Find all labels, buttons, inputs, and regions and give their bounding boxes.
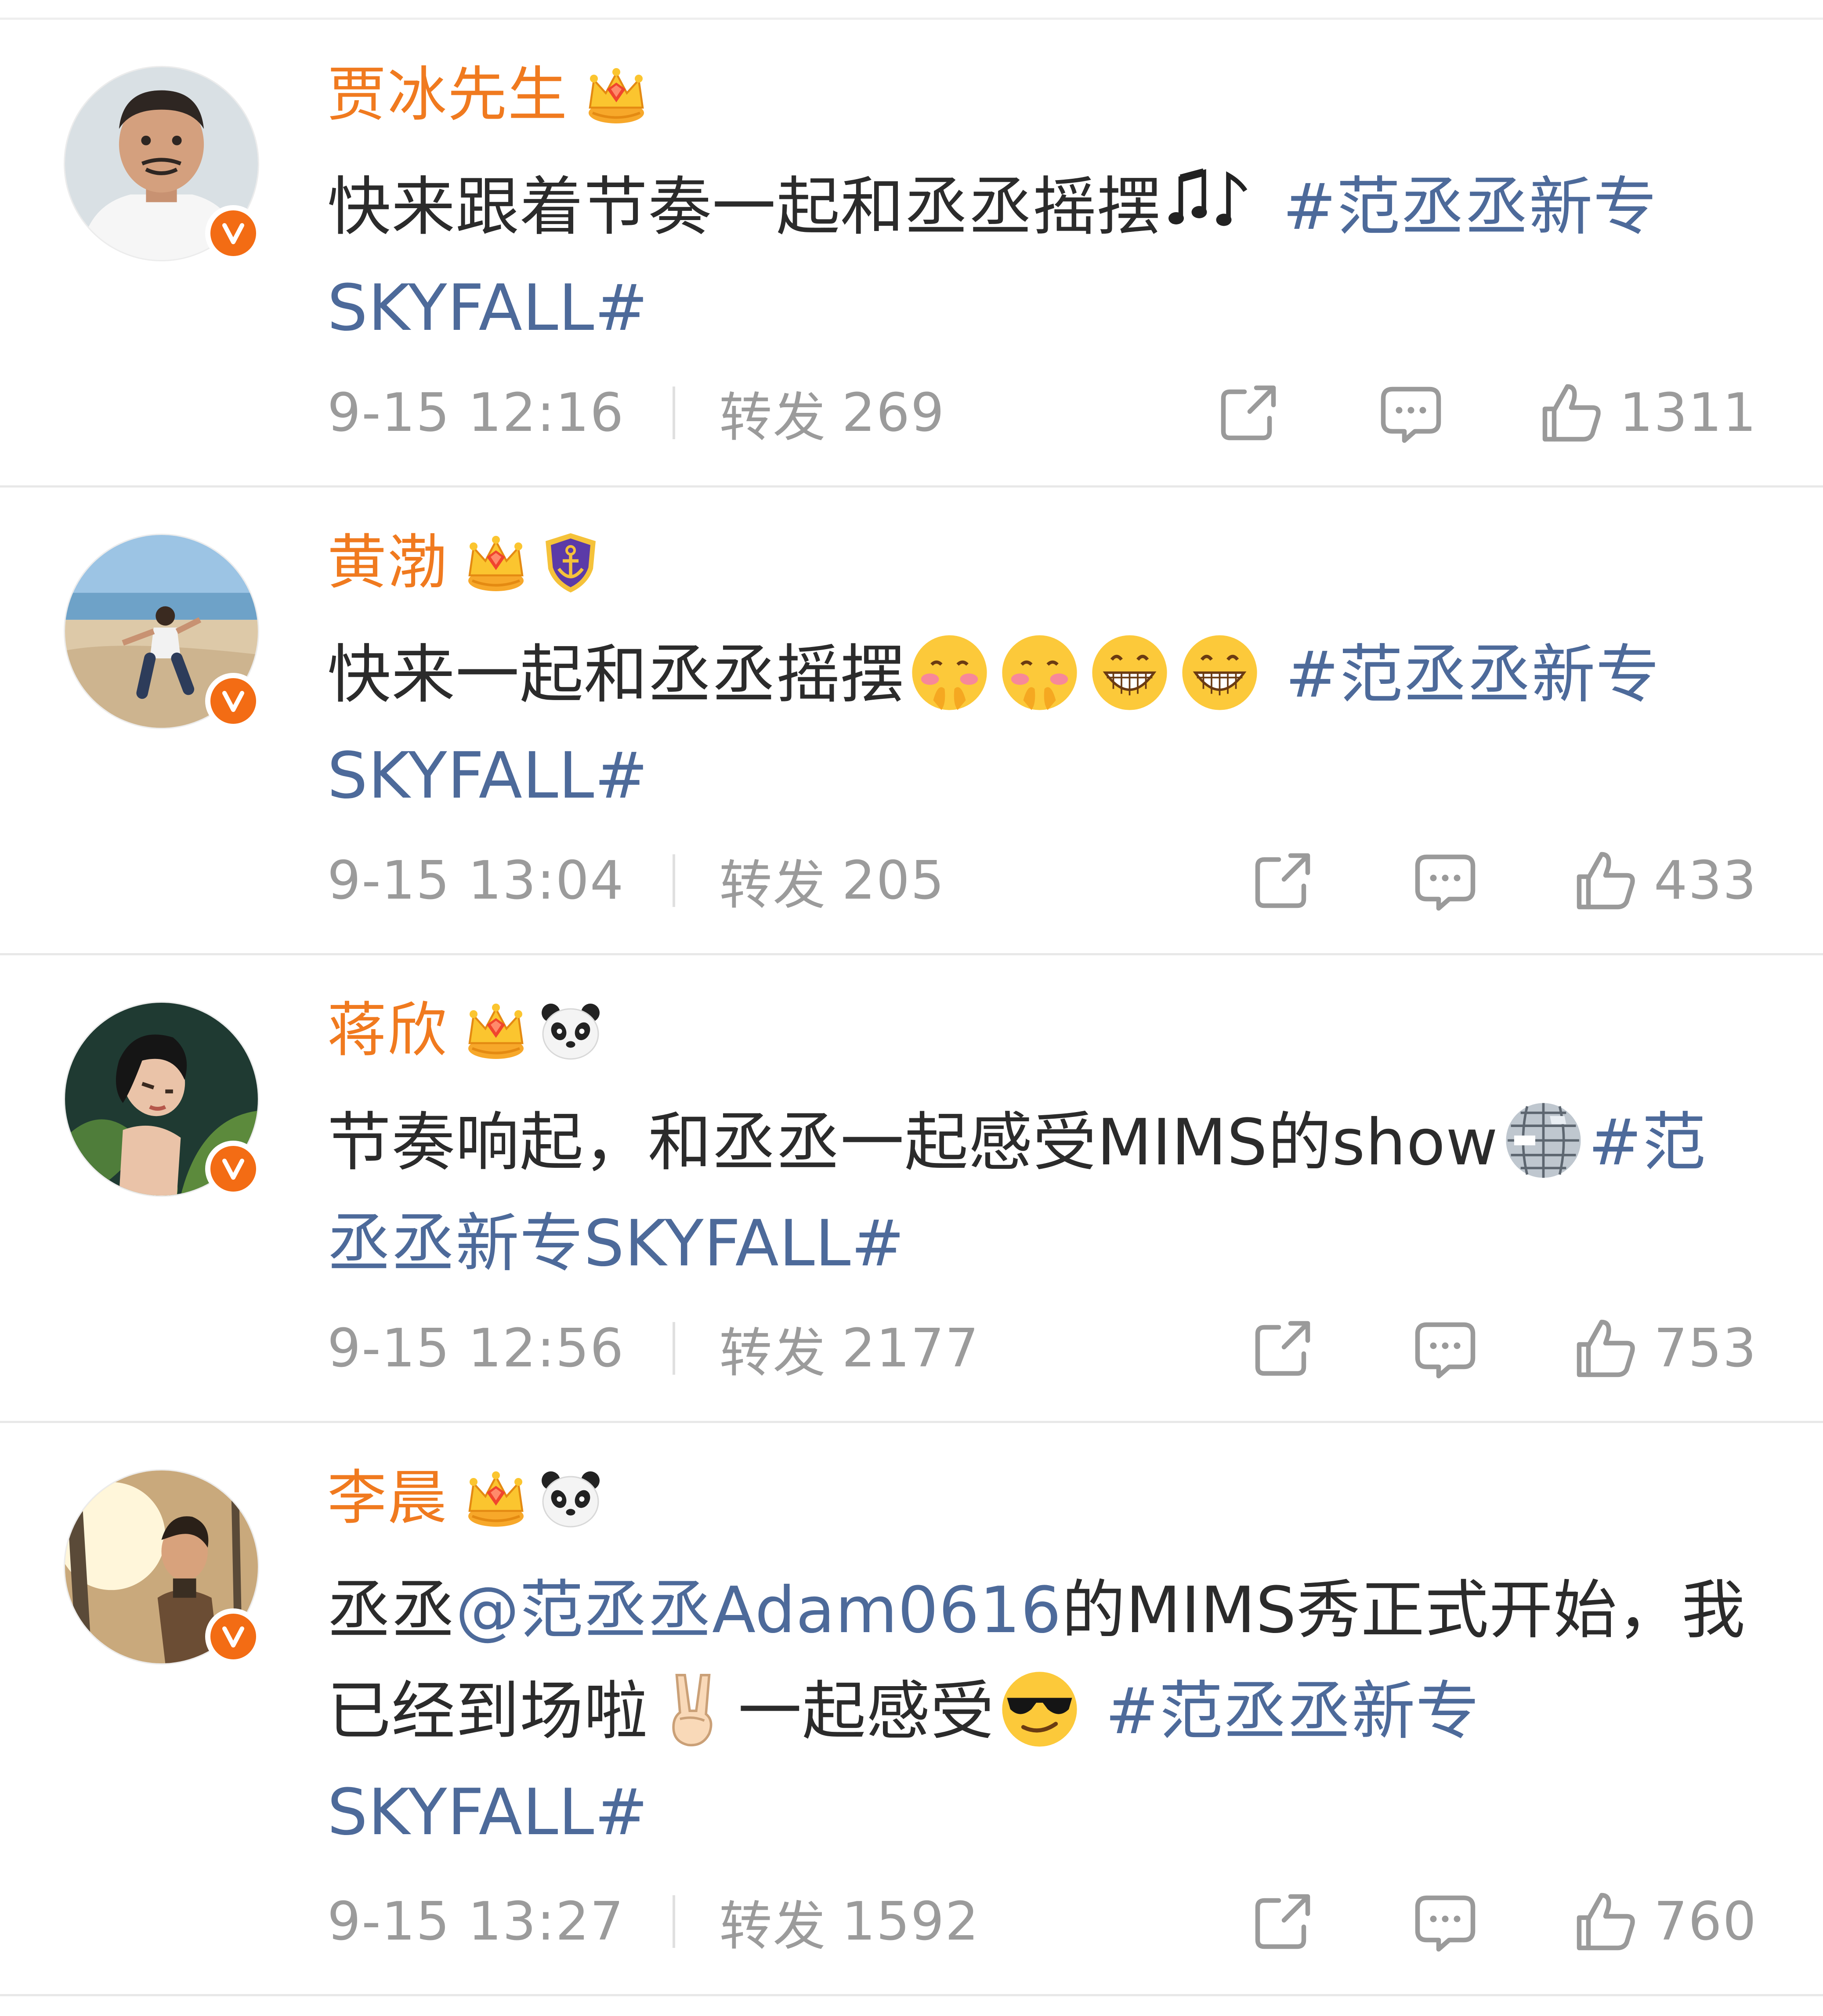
username-row: 贾冰先生 [327,55,649,134]
post-time: 9-15 12:56 [327,1318,625,1379]
crown-icon [583,61,649,127]
meta-divider [673,1895,676,1948]
repost-label: 转发 [719,855,827,916]
username[interactable]: 黄渤 [327,533,448,592]
username[interactable]: 蒋欣 [327,1001,448,1060]
comment-icon[interactable] [1412,1315,1478,1381]
sunglasses-face-icon [999,1669,1080,1750]
repost-label: 转发 [719,1896,827,1957]
post-actions: 433 [1250,848,1757,914]
username[interactable]: 贾冰先生 [327,65,568,124]
post-actions: 753 [1250,1315,1757,1381]
repost-count: 2177 [842,1318,980,1379]
comment-icon[interactable] [1412,1889,1478,1955]
username[interactable]: 李晨 [327,1468,448,1528]
post-time: 9-15 13:27 [327,1891,625,1952]
post-meta: 9-15 13:04 转发 205 [327,848,945,917]
post-text-before: 丞丞 [327,1573,456,1647]
like-icon[interactable] [1573,1889,1639,1955]
meta-divider [673,1322,676,1375]
comment-icon[interactable] [1378,380,1444,446]
like-count: 1311 [1619,382,1757,444]
crown-icon [463,1465,529,1531]
anchor-shield-icon [538,529,604,595]
username-row: 黄渤 [327,523,604,602]
post-content: 快来跟着节奏一起和丞丞摇摆 #范丞丞新专SKYFALL# [327,157,1764,359]
grin-face-icon [1089,632,1170,713]
panda-icon [538,1465,604,1531]
post-item[interactable]: 黄渤 快来一起和丞丞摇摆 #范丞丞新专SKYFALL# 9-15 13:04 转… [0,488,1823,955]
crown-icon [463,529,529,595]
crown-icon [463,997,529,1063]
victory-hand-icon [652,1669,734,1750]
comment-icon[interactable] [1412,848,1478,914]
post-item[interactable]: 李晨 丞丞@范丞丞Adam0616的MIMS秀正式开始，我已经到场啦 一起感受 #… [0,1423,1823,1996]
repost-count: 1592 [842,1891,980,1952]
post-meta: 9-15 13:27 转发 1592 [327,1889,980,1958]
username-row: 李晨 [327,1458,604,1537]
post-text: 快来一起和丞丞摇摆 [327,638,904,712]
meta-divider [673,854,676,907]
user-avatar[interactable] [64,1001,261,1197]
panda-icon [538,997,604,1063]
post-actions: 1311 [1215,380,1757,446]
repost-label: 转发 [719,1323,827,1384]
meta-divider [673,387,676,439]
weibo-repost-feed: 贾冰先生 快来跟着节奏一起和丞丞摇摆 #范丞丞新专SKYFALL# 9-15 1… [0,0,1823,2016]
user-avatar[interactable] [64,1469,261,1665]
repost-count: 269 [842,382,945,444]
verified-badge-icon [205,1141,261,1197]
disco-ball-icon [1503,1100,1584,1181]
post-text: 节奏响起，和丞丞一起感受MIMS的show [327,1106,1498,1180]
shy-face-icon [999,632,1080,713]
like-count: 433 [1653,850,1757,911]
like-icon[interactable] [1573,1315,1639,1381]
user-avatar[interactable] [64,66,261,261]
repost-count: 205 [842,850,945,911]
post-time: 9-15 12:16 [327,382,625,444]
like-count: 760 [1653,1891,1757,1952]
post-item[interactable]: 蒋欣 节奏响起，和丞丞一起感受MIMS的show #范丞丞新专SKYFALL# 9… [0,955,1823,1423]
post-time: 9-15 13:04 [327,850,625,911]
shy-face-icon [909,632,990,713]
grin-face-icon [1179,632,1260,713]
verified-badge-icon [205,1608,261,1665]
post-meta: 9-15 12:56 转发 2177 [327,1315,980,1384]
repost-label: 转发 [719,387,827,448]
like-count: 753 [1653,1318,1757,1379]
share-icon[interactable] [1215,380,1281,446]
post-content: 丞丞@范丞丞Adam0616的MIMS秀正式开始，我已经到场啦 一起感受 #范丞丞… [327,1560,1764,1863]
post-item[interactable]: 贾冰先生 快来跟着节奏一起和丞丞摇摆 #范丞丞新专SKYFALL# 9-15 1… [0,20,1823,488]
mention-link[interactable]: @范丞丞Adam0616 [456,1573,1062,1647]
username-row: 蒋欣 [327,990,604,1069]
music-notes-icon [1165,161,1258,242]
post-meta: 9-15 12:16 转发 269 [327,380,945,449]
share-icon[interactable] [1250,848,1316,914]
like-icon[interactable] [1538,380,1604,446]
post-actions: 760 [1250,1889,1757,1955]
post-content: 快来一起和丞丞摇摆 #范丞丞新专SKYFALL# [327,625,1764,827]
post-text-after: 一起感受 [738,1674,995,1749]
verified-badge-icon [205,205,261,261]
post-content: 节奏响起，和丞丞一起感受MIMS的show #范丞丞新专SKYFALL# [327,1092,1764,1294]
verified-badge-icon [205,673,261,729]
user-avatar[interactable] [64,534,261,729]
like-icon[interactable] [1573,848,1639,914]
share-icon[interactable] [1250,1315,1316,1381]
post-text: 快来跟着节奏一起和丞丞摇摆 [327,170,1161,244]
share-icon[interactable] [1250,1889,1316,1955]
